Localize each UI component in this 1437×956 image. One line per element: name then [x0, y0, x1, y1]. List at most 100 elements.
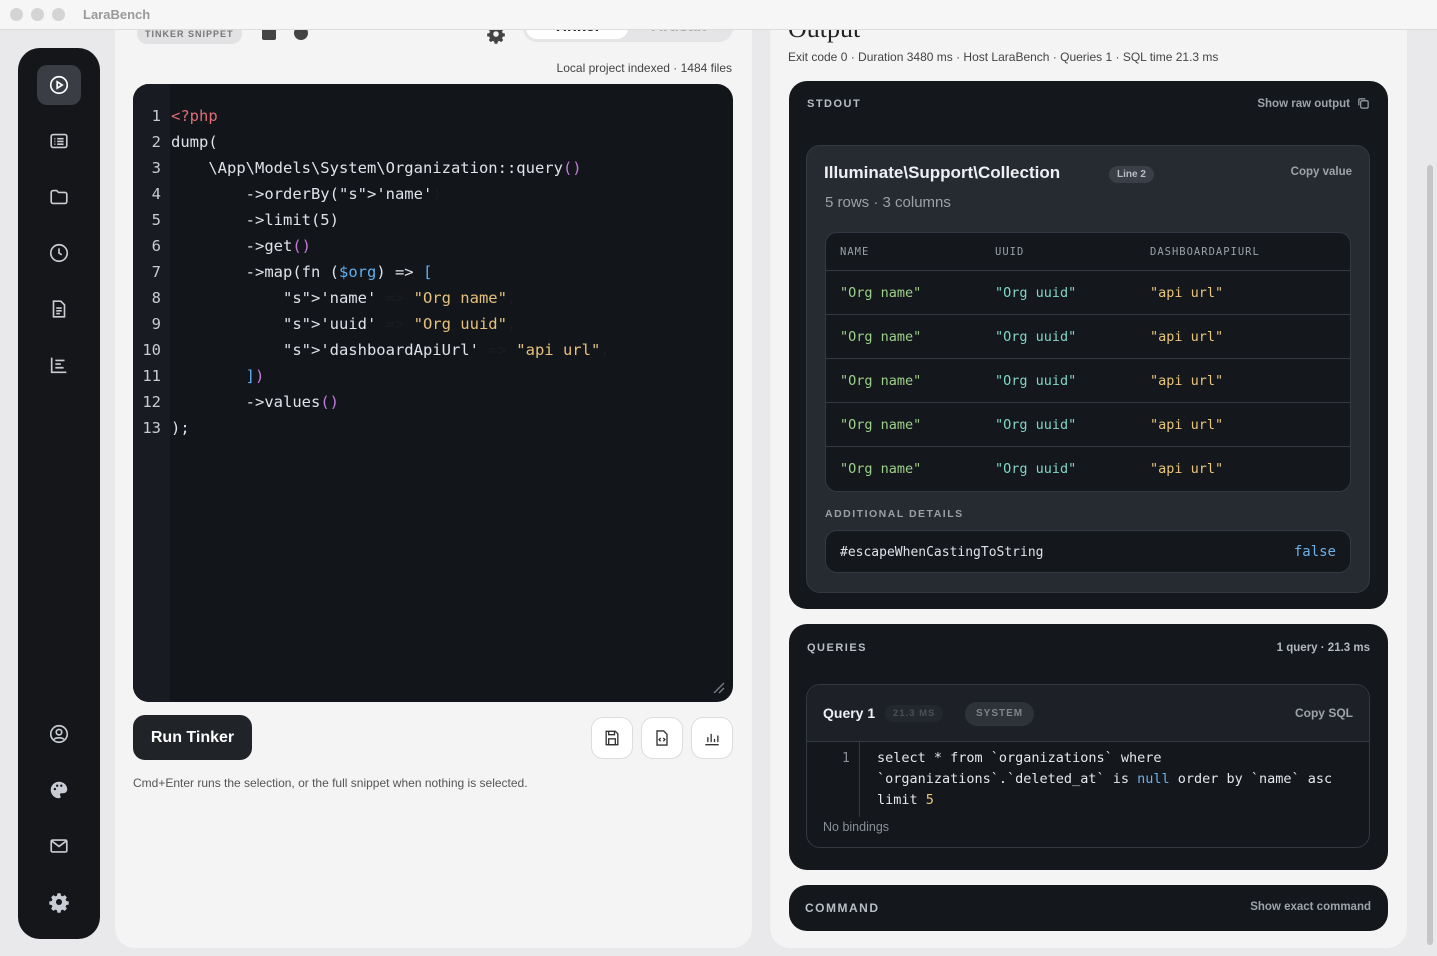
cell-uuid: "Org uuid" — [995, 373, 1077, 389]
mode-switch: Tinker Artisan — [523, 30, 733, 42]
run-tinker-button[interactable]: Run Tinker — [133, 715, 252, 760]
bar-chart-icon — [705, 733, 719, 746]
table-header: NAME UUID DASHBOARDAPIURL — [826, 233, 1350, 271]
code-line[interactable]: 7 ->map(fn ($org) => [ — [133, 259, 610, 285]
query-time-badge: 21.3 MS — [885, 705, 944, 722]
code-line[interactable]: 5 ->limit(5) — [133, 207, 610, 233]
code-text: ); — [171, 419, 190, 437]
connection-badge: SYSTEM — [965, 702, 1035, 726]
code-line[interactable]: 4 ->orderBy("s">'name') — [133, 181, 610, 207]
code-text: ->orderBy("s">'name') — [171, 185, 442, 203]
clock-icon[interactable] — [37, 233, 81, 273]
code-line[interactable]: 12 ->values() — [133, 389, 610, 415]
code-text: \App\Models\System\Organization::query() — [171, 159, 582, 177]
close-window-button[interactable] — [10, 8, 23, 21]
stdout-label: STDOUT — [807, 98, 862, 110]
minimize-window-button[interactable] — [31, 8, 44, 21]
save-button[interactable] — [591, 717, 633, 759]
show-exact-command-button[interactable]: Show exact command — [1250, 901, 1371, 913]
code-line[interactable]: 11 ]) — [133, 363, 610, 389]
cell-name: "Org name" — [840, 329, 922, 345]
code-line[interactable]: 8 "s">'name' => "Org name", — [133, 285, 610, 311]
title-bar: LaraBench — [0, 0, 1437, 30]
code-text: "s">'dashboardApiUrl' => "api url", — [282, 341, 610, 359]
code-line[interactable]: 6 ->get() — [133, 233, 610, 259]
code-text: "s">'uuid' => "Org uuid", — [282, 315, 517, 333]
line-number: 10 — [142, 341, 161, 359]
queries-summary: 1 query · 21.3 ms — [1276, 642, 1370, 654]
save-icon — [605, 730, 619, 746]
palette-icon[interactable] — [37, 770, 81, 810]
cell-name: "Org name" — [840, 373, 922, 389]
code-line[interactable]: 13); — [133, 415, 610, 441]
collection-dump: Illuminate\Support\Collection Line 2 Cop… — [806, 145, 1370, 593]
document-icon[interactable] — [37, 289, 81, 329]
command-card: COMMAND Show exact command — [789, 885, 1388, 931]
settings-gear-icon[interactable] — [486, 30, 506, 44]
code-text: dump( — [171, 133, 218, 151]
query-header: Query 1 21.3 MS SYSTEM Copy SQL — [807, 685, 1369, 742]
code-text: ->values() — [171, 393, 339, 411]
line-number: 1 — [151, 107, 161, 125]
tab-artisan[interactable]: Artisan — [628, 30, 730, 39]
output-title: Output — [788, 30, 860, 44]
user-icon[interactable] — [37, 714, 81, 754]
stdout-card: STDOUT Show raw output Illuminate\Suppor… — [789, 81, 1388, 609]
list-icon[interactable] — [37, 121, 81, 161]
column-header-dashboardapiurl: DASHBOARDAPIURL — [1150, 246, 1260, 258]
code-editor[interactable]: 1 <?php 2 dump(3 \App\Models\System\Organiz… — [133, 84, 733, 702]
code-line[interactable]: 3 \App\Models\System\Organization::query… — [133, 155, 610, 181]
export-code-button[interactable] — [641, 717, 683, 759]
save-snippet-icon[interactable] — [260, 30, 280, 42]
mail-icon[interactable] — [37, 826, 81, 866]
snippet-label: TINKER SNIPPET — [137, 30, 242, 44]
chart-icon[interactable] — [37, 345, 81, 385]
line-number: 3 — [151, 159, 161, 177]
table-row: "Org name" "Org uuid" "api url" — [826, 271, 1350, 315]
copy-icon[interactable] — [1357, 97, 1370, 110]
cell-url: "api url" — [1150, 461, 1224, 477]
command-label: COMMAND — [805, 901, 880, 915]
query-title: Query 1 — [823, 705, 876, 721]
cell-url: "api url" — [1150, 373, 1224, 389]
code-text: <?php — [171, 107, 218, 125]
line-number: 11 — [142, 367, 161, 385]
cell-url: "api url" — [1150, 417, 1224, 433]
tab-tinker[interactable]: Tinker — [526, 30, 628, 39]
cell-name: "Org name" — [840, 417, 922, 433]
play-icon[interactable] — [37, 65, 81, 105]
line-number: 13 — [142, 419, 161, 437]
code-text: ->get() — [171, 237, 311, 255]
line-number: 9 — [151, 315, 161, 333]
code-line[interactable]: 9 "s">'uuid' => "Org uuid", — [133, 311, 610, 337]
resize-handle-icon[interactable] — [709, 678, 725, 694]
column-header-name: NAME — [840, 246, 870, 258]
code-line[interactable]: 10 "s">'dashboardApiUrl' => "api url", — [133, 337, 610, 363]
additional-details-label: ADDITIONAL DETAILS — [825, 508, 964, 520]
folder-icon[interactable] — [37, 177, 81, 217]
sql-text: select * from `organizations` where `org… — [877, 750, 1333, 808]
code-line[interactable]: 1 <?php — [133, 103, 610, 129]
code-line[interactable]: 2 dump( — [133, 129, 610, 155]
code-text: ]) — [245, 367, 265, 385]
detail-key: #escapeWhenCastingToString — [840, 545, 1044, 560]
gear-icon[interactable] — [37, 882, 81, 922]
code-file-icon — [656, 730, 668, 746]
query-block: Query 1 21.3 MS SYSTEM Copy SQL 1 select… — [806, 684, 1370, 848]
copy-sql-button[interactable]: Copy SQL — [1295, 706, 1353, 720]
copy-value-button[interactable]: Copy value — [1291, 166, 1352, 178]
code-content[interactable]: 1 <?php 2 dump(3 \App\Models\System\Organiz… — [133, 103, 610, 441]
code-text: ->limit(5) — [171, 211, 339, 229]
output-panel: Output Exit code 0 · Duration 3480 ms · … — [770, 30, 1407, 948]
cell-name: "Org name" — [840, 461, 922, 477]
show-raw-output-button[interactable]: Show raw output — [1257, 98, 1350, 110]
palette-small-icon[interactable] — [291, 30, 311, 42]
window-scrollbar[interactable] — [1427, 165, 1433, 945]
cell-url: "api url" — [1150, 329, 1224, 345]
zoom-window-button[interactable] — [52, 8, 65, 21]
benchmark-button[interactable] — [691, 717, 733, 759]
cell-uuid: "Org uuid" — [995, 417, 1077, 433]
run-hint: Cmd+Enter runs the selection, or the ful… — [133, 776, 528, 790]
app-title: LaraBench — [83, 7, 151, 22]
bindings-status: No bindings — [823, 820, 890, 834]
